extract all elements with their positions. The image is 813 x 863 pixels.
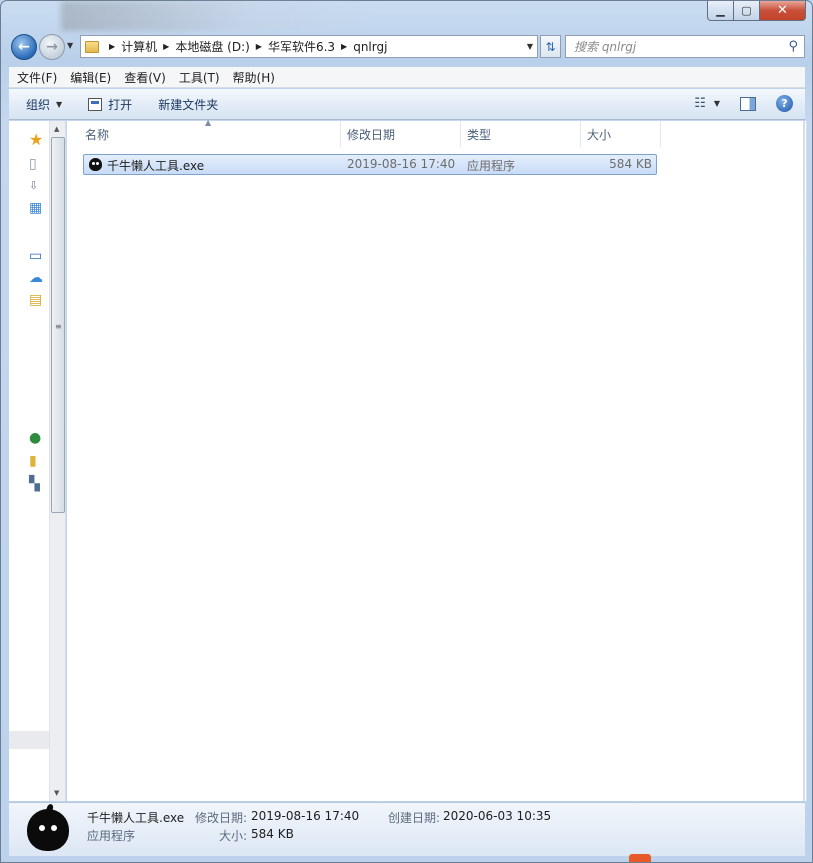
view-options-icon[interactable]: ☷ bbox=[694, 96, 706, 111]
maximize-button[interactable]: ▢ bbox=[734, 1, 760, 21]
details-pane: 千牛懒人工具.exe 修改日期: 2019-08-16 17:40 创建日期: … bbox=[9, 802, 805, 856]
details-type: 应用程序 bbox=[87, 829, 136, 843]
column-headers: ▲ 名称 修改日期 类型 大小 bbox=[67, 118, 661, 147]
scroll-down-icon[interactable]: ▼ bbox=[54, 789, 59, 797]
navigation-pane: ★ ▯ ⇩ ▦ ▭ ☁ ▤ ● ▮ ▚ ▲ ≡ ▼ bbox=[9, 121, 66, 801]
back-button[interactable]: ← bbox=[11, 34, 37, 60]
search-placeholder: 搜索 qnlrgj bbox=[574, 40, 637, 54]
column-size-label: 大小 bbox=[587, 127, 612, 142]
chevron-right-icon[interactable]: ▶ bbox=[256, 42, 262, 51]
menu-edit[interactable]: 编辑(E) bbox=[70, 69, 111, 86]
file-name: 千牛懒人工具.exe bbox=[107, 159, 205, 173]
scroll-up-icon[interactable]: ▲ bbox=[54, 125, 59, 133]
column-type-label: 类型 bbox=[467, 127, 492, 142]
folder-icon[interactable]: ▮ bbox=[29, 454, 37, 468]
menu-bar: 文件(F) 编辑(E) 查看(V) 工具(T) 帮助(H) bbox=[9, 67, 805, 88]
file-type: 应用程序 bbox=[467, 159, 516, 173]
menu-tools[interactable]: 工具(T) bbox=[179, 69, 220, 86]
toolbar-right: ☷ ▼ ? bbox=[694, 95, 793, 112]
forward-arrow-icon: → bbox=[46, 39, 58, 55]
command-bar: 组织 ▼ 打开 新建文件夹 ☷ ▼ ? bbox=[9, 89, 805, 120]
open-label: 打开 bbox=[108, 97, 133, 112]
homegroup-icon[interactable]: ● bbox=[29, 431, 41, 445]
details-created-value: 2020-06-03 10:35 bbox=[443, 809, 552, 823]
column-name-label: 名称 bbox=[85, 127, 110, 142]
breadcrumb-computer[interactable]: 计算机 bbox=[121, 38, 157, 55]
computer-icon[interactable]: ▭ bbox=[29, 249, 42, 263]
new-folder-label: 新建文件夹 bbox=[158, 97, 219, 112]
favorites-star-icon[interactable]: ★ bbox=[29, 132, 43, 148]
back-arrow-icon: ← bbox=[18, 39, 30, 55]
nav-pane-scrollbar[interactable]: ▲ ≡ ▼ bbox=[49, 121, 65, 801]
minimize-button[interactable]: ▁ bbox=[707, 1, 734, 21]
menu-help[interactable]: 帮助(H) bbox=[233, 69, 275, 86]
preview-pane-icon[interactable] bbox=[740, 96, 756, 111]
taskbar-peek bbox=[621, 854, 813, 862]
details-modified-label: 修改日期: bbox=[195, 811, 248, 825]
open-icon bbox=[88, 97, 103, 111]
network-icon[interactable]: ▚ bbox=[29, 477, 40, 491]
app-icon bbox=[89, 158, 102, 171]
menu-view[interactable]: 查看(V) bbox=[124, 69, 166, 86]
details-filename: 千牛懒人工具.exe bbox=[87, 811, 185, 825]
libraries-icon[interactable]: ▤ bbox=[29, 293, 42, 307]
scrollbar-thumb[interactable]: ≡ bbox=[51, 137, 65, 513]
chevron-right-icon[interactable]: ▶ bbox=[109, 42, 115, 51]
cloud-icon[interactable]: ☁ bbox=[29, 271, 43, 285]
search-icon[interactable]: ⚲ bbox=[788, 39, 798, 54]
icon-tuft bbox=[45, 803, 55, 813]
column-modified-label: 修改日期 bbox=[347, 127, 396, 142]
chevron-right-icon[interactable]: ▶ bbox=[163, 42, 169, 51]
details-modified-value: 2019-08-16 17:40 bbox=[251, 809, 360, 823]
breadcrumb-qnlrgj[interactable]: qnlrgj bbox=[353, 40, 387, 54]
menu-file[interactable]: 文件(F) bbox=[17, 69, 57, 86]
app-large-icon bbox=[27, 803, 69, 851]
breadcrumb-huajun[interactable]: 华军软件6.3 bbox=[268, 38, 335, 55]
caption-buttons: ▁ ▢ ✕ bbox=[707, 1, 806, 21]
refresh-button[interactable]: ⇅ bbox=[540, 35, 561, 58]
organize-button[interactable]: 组织 ▼ bbox=[26, 96, 62, 113]
details-size-value: 584 KB bbox=[251, 827, 294, 841]
search-input[interactable]: 搜索 qnlrgj ⚲ bbox=[565, 35, 805, 58]
downloads-icon[interactable]: ⇩ bbox=[29, 179, 38, 193]
details-size-label: 大小: bbox=[219, 829, 248, 843]
chevron-right-icon[interactable]: ▶ bbox=[341, 42, 347, 51]
view-dropdown-icon[interactable]: ▼ bbox=[714, 99, 720, 108]
explorer-window: ▁ ▢ ✕ ← → ▼ ▶ 计算机 ▶ 本地磁盘 (D:) ▶ 华军软件6.3 … bbox=[0, 0, 813, 863]
forward-button[interactable]: → bbox=[39, 34, 65, 60]
file-row-selected[interactable]: 千牛懒人工具.exe 2019-08-16 17:40 应用程序 584 KB bbox=[83, 154, 657, 175]
content-edge bbox=[803, 121, 805, 801]
address-dropdown-icon[interactable]: ▼ bbox=[527, 42, 533, 51]
column-modified[interactable]: 修改日期 bbox=[341, 121, 461, 147]
refresh-icon: ⇅ bbox=[545, 39, 556, 54]
navigation-bar: ← → ▼ ▶ 计算机 ▶ 本地磁盘 (D:) ▶ 华军软件6.3 ▶ qnlr… bbox=[9, 33, 805, 61]
open-button[interactable]: 打开 bbox=[88, 96, 132, 113]
desktop-icon[interactable]: ▯ bbox=[29, 157, 37, 171]
column-name[interactable]: ▲ 名称 bbox=[67, 118, 341, 147]
file-list: ▲ 名称 修改日期 类型 大小 千牛懒人工具.exe 2019-08-16 17… bbox=[67, 118, 807, 801]
file-modified: 2019-08-16 17:40 bbox=[347, 157, 456, 171]
grip-icon: ≡ bbox=[55, 322, 62, 331]
tray-app-icon[interactable] bbox=[629, 854, 651, 862]
column-type[interactable]: 类型 bbox=[461, 121, 581, 147]
recent-places-icon[interactable]: ▦ bbox=[29, 201, 42, 215]
recent-pages-dropdown[interactable]: ▼ bbox=[67, 41, 73, 50]
folder-icon bbox=[85, 40, 99, 53]
title-bar bbox=[61, 1, 371, 31]
nav-pane-strip bbox=[9, 731, 49, 749]
details-created-label: 创建日期: bbox=[388, 811, 441, 825]
help-icon[interactable]: ? bbox=[776, 95, 793, 112]
organize-label: 组织 bbox=[26, 97, 51, 112]
file-size: 584 KB bbox=[609, 157, 652, 171]
new-folder-button[interactable]: 新建文件夹 bbox=[158, 96, 218, 113]
sort-ascending-icon: ▲ bbox=[205, 118, 212, 127]
breadcrumb-drive-d[interactable]: 本地磁盘 (D:) bbox=[175, 38, 249, 55]
address-bar[interactable]: ▶ 计算机 ▶ 本地磁盘 (D:) ▶ 华军软件6.3 ▶ qnlrgj ▼ bbox=[80, 35, 538, 58]
close-button[interactable]: ✕ bbox=[760, 1, 806, 21]
column-size[interactable]: 大小 bbox=[581, 121, 661, 147]
chevron-down-icon: ▼ bbox=[56, 99, 63, 109]
